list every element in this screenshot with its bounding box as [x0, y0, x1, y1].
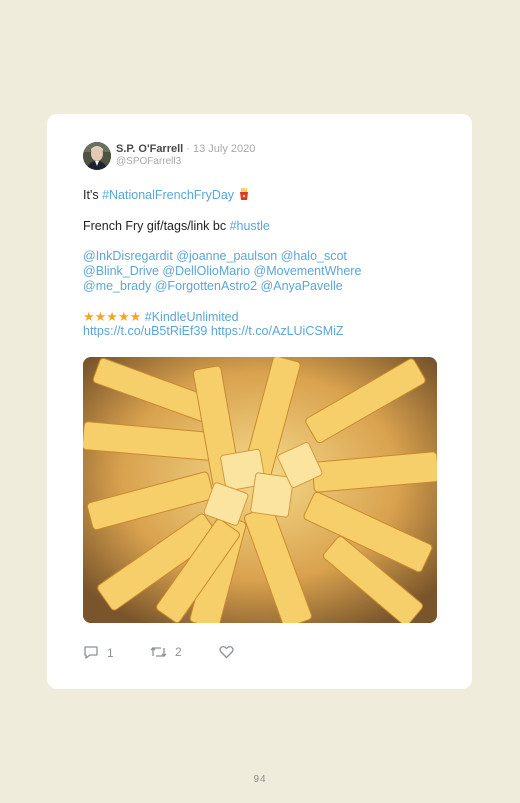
mentions-line-1[interactable]: @InkDisregardit @joanne_paulson @halo_sc…	[83, 249, 347, 264]
author-line: S.P. O'Farrell · 13 July 2020	[116, 143, 255, 156]
tweet-links[interactable]: https://t.co/uB5tRiEf39 https://t.co/AzL…	[83, 324, 344, 339]
mentions-line-2[interactable]: @Blink_Drive @DellOlioMario @MovementWhe…	[83, 264, 361, 279]
author-name[interactable]: S.P. O'Farrell	[116, 143, 183, 155]
reply-icon[interactable]	[83, 645, 99, 660]
retweet-count: 2	[175, 645, 182, 659]
tweet-card: S.P. O'Farrell · 13 July 2020 @SPOFarrel…	[47, 114, 472, 689]
french-fries-emoji	[238, 188, 250, 204]
hashtag-nationalfrenchfryday[interactable]: #NationalFrenchFryDay	[102, 188, 234, 202]
retweet-icon[interactable]	[150, 645, 167, 659]
page: { "tweet": { "author_name": "S.P. O'Farr…	[0, 0, 520, 803]
mentions-line-3[interactable]: @me_brady @ForgottenAstro2 @AnyaPavelle	[83, 279, 343, 294]
tweet-line-stars: ★★★★★ #KindleUnlimited	[83, 309, 239, 325]
tweet-line-1: It's #NationalFrenchFryDay	[83, 188, 250, 204]
hashtag-hustle[interactable]: #hustle	[230, 219, 270, 233]
reply-count: 1	[107, 645, 114, 660]
like-action[interactable]	[219, 645, 234, 659]
page-number: 94	[253, 774, 267, 785]
star-rating: ★★★★★	[83, 309, 142, 324]
reply-action[interactable]: 1	[83, 645, 114, 660]
retweet-action[interactable]: 2	[150, 645, 182, 659]
tweet-line-2: French Fry gif/tags/link bc #hustle	[83, 219, 270, 234]
date-separator: ·	[183, 143, 194, 155]
tweet-text-prefix: It's	[83, 188, 103, 202]
tweet-date[interactable]: 13 July 2020	[193, 143, 255, 155]
tweet-media-fries[interactable]	[83, 357, 437, 623]
tweet-text-french-fry: French Fry gif/tags/link bc	[83, 219, 230, 233]
author-handle[interactable]: @SPOFarrell3	[116, 156, 181, 168]
hashtag-kindleunlimited[interactable]: #KindleUnlimited	[145, 310, 239, 324]
heart-icon[interactable]	[219, 645, 234, 659]
avatar[interactable]	[83, 142, 111, 170]
